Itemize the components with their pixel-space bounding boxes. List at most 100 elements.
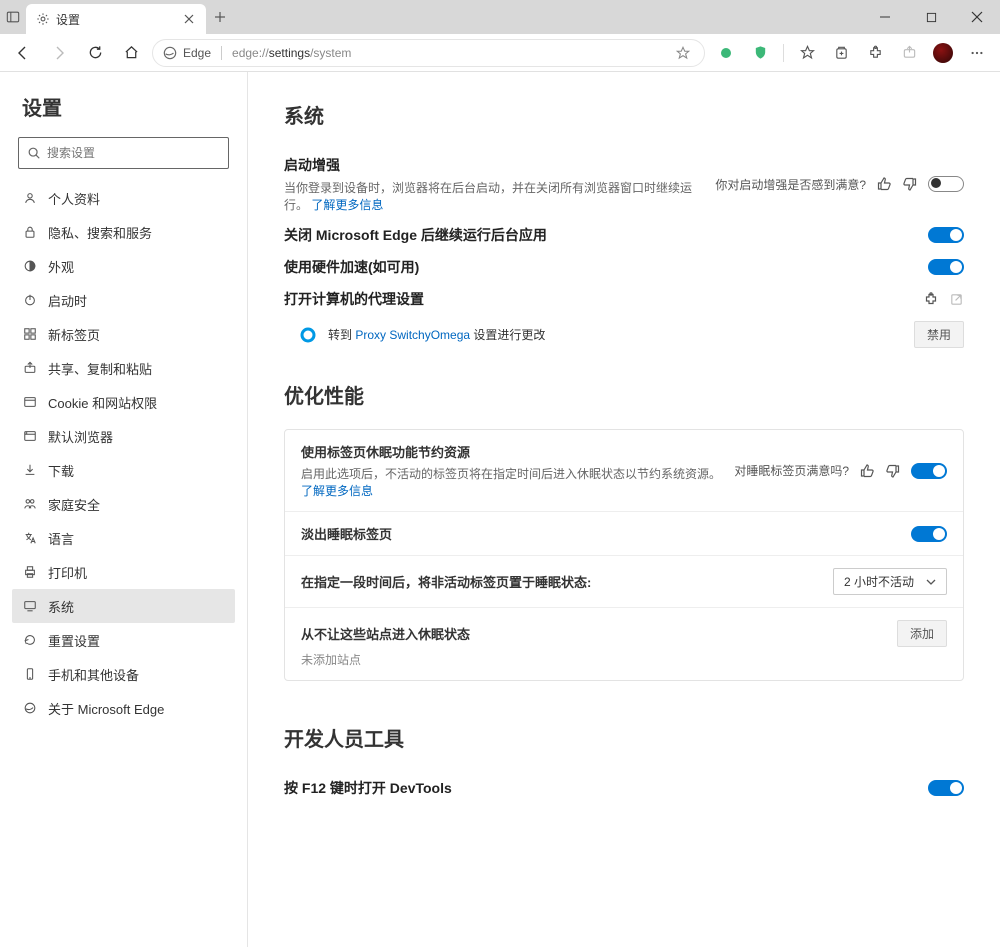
printer-icon [22, 564, 38, 580]
system-icon [22, 598, 38, 614]
extensions-icon[interactable] [860, 38, 890, 68]
thumbs-down-icon[interactable] [902, 176, 918, 192]
sidebar-item-devices[interactable]: 手机和其他设备 [12, 657, 235, 691]
row-proxy-extension: 转到 Proxy SwitchyOmega 设置进行更改 禁用 [284, 315, 964, 354]
back-button[interactable] [8, 38, 38, 68]
share-nav-icon [22, 360, 38, 376]
home-button[interactable] [116, 38, 146, 68]
family-icon [22, 496, 38, 512]
close-window-button[interactable] [954, 0, 1000, 34]
collections-icon[interactable] [826, 38, 856, 68]
inactivity-dropdown[interactable]: 2 小时不活动 [833, 568, 947, 595]
extension-dot-icon[interactable] [711, 38, 741, 68]
open-external-icon[interactable] [949, 292, 964, 307]
row-f12: 按 F12 键时打开 DevTools [284, 772, 964, 804]
sidebar-title: 设置 [22, 92, 235, 121]
search-input[interactable] [47, 146, 220, 160]
sidebar-item-cookies[interactable]: Cookie 和网站权限 [12, 385, 235, 419]
refresh-button[interactable] [80, 38, 110, 68]
learn-more-link-2[interactable]: 了解更多信息 [301, 484, 373, 498]
grid-icon [22, 326, 38, 342]
learn-more-link[interactable]: 了解更多信息 [311, 198, 383, 212]
section-title-perf: 优化性能 [284, 380, 964, 409]
minimize-button[interactable] [862, 0, 908, 34]
address-bar[interactable]: Edge edge://settings/system [152, 39, 705, 67]
thumbs-down-icon[interactable] [885, 463, 901, 479]
toggle-f12[interactable] [928, 780, 964, 796]
close-icon[interactable] [182, 12, 196, 26]
download-icon [22, 462, 38, 478]
phone-icon [22, 666, 38, 682]
toolbar: Edge edge://settings/system [0, 34, 1000, 72]
toggle-hardware-accel[interactable] [928, 259, 964, 275]
sidebar-item-newtab[interactable]: 新标签页 [12, 317, 235, 351]
reset-icon [22, 632, 38, 648]
row-sleep-tabs: 使用标签页休眠功能节约资源 启用此选项后，不活动的标签页将在指定时间后进入休眠状… [285, 430, 963, 511]
profile-avatar[interactable] [928, 38, 958, 68]
toggle-continue-background[interactable] [928, 227, 964, 243]
maximize-button[interactable] [908, 0, 954, 34]
row-fade-sleep: 淡出睡眠标签页 [285, 511, 963, 555]
row-continue-background: 关闭 Microsoft Edge 后继续运行后台应用 [284, 219, 964, 251]
favorite-icon[interactable] [672, 38, 694, 68]
gear-icon [36, 12, 50, 26]
more-icon[interactable] [962, 38, 992, 68]
lock-icon [22, 224, 38, 240]
proxy-extension-icon [300, 327, 316, 343]
share-icon[interactable] [894, 38, 924, 68]
browser-tab[interactable]: 设置 [26, 4, 206, 34]
window-controls [862, 0, 1000, 34]
cookies-icon [22, 394, 38, 410]
language-icon [22, 530, 38, 546]
browser-icon [22, 428, 38, 444]
url-text: edge://settings/system [232, 46, 351, 60]
row-hardware-accel: 使用硬件加速(如可用) [284, 251, 964, 283]
sidebar-item-downloads[interactable]: 下载 [12, 453, 235, 487]
settings-content: 系统 启动增强 当你登录到设备时，浏览器将在后台启动，并在关闭所有浏览器窗口时继… [248, 72, 1000, 947]
row-proxy: 打开计算机的代理设置 [284, 283, 964, 315]
sidebar-item-startup[interactable]: 启动时 [12, 283, 235, 317]
thumbs-up-icon[interactable] [876, 176, 892, 192]
disable-button[interactable]: 禁用 [914, 321, 964, 348]
sidebar-item-printers[interactable]: 打印机 [12, 555, 235, 589]
sidebar-item-family[interactable]: 家庭安全 [12, 487, 235, 521]
profile-icon [22, 190, 38, 206]
appearance-icon [22, 258, 38, 274]
row-startup-boost: 启动增强 当你登录到设备时，浏览器将在后台启动，并在关闭所有浏览器窗口时继续运行… [284, 149, 964, 219]
edge-icon [22, 700, 38, 716]
forward-button[interactable] [44, 38, 74, 68]
proxy-link[interactable]: Proxy SwitchyOmega [355, 328, 470, 342]
tab-title: 设置 [56, 11, 176, 28]
titlebar: 设置 [0, 0, 1000, 34]
edge-logo-icon [163, 46, 177, 60]
shield-icon[interactable] [745, 38, 775, 68]
toggle-startup-boost[interactable] [928, 176, 964, 192]
tab-actions-icon[interactable] [0, 0, 26, 34]
favorites-icon[interactable] [792, 38, 822, 68]
sidebar-item-system[interactable]: 系统 [12, 589, 235, 623]
power-icon [22, 292, 38, 308]
row-never-sleep: 从不让这些站点进入休眠状态 添加 [285, 607, 963, 651]
section-title-dev: 开发人员工具 [284, 723, 964, 752]
perf-card: 使用标签页休眠功能节约资源 启用此选项后，不活动的标签页将在指定时间后进入休眠状… [284, 429, 964, 681]
site-identity: Edge [183, 46, 211, 60]
toggle-sleep-tabs[interactable] [911, 463, 947, 479]
new-tab-button[interactable] [206, 0, 234, 34]
sidebar-item-profile[interactable]: 个人资料 [12, 181, 235, 215]
toggle-fade-sleep[interactable] [911, 526, 947, 542]
sidebar-item-privacy[interactable]: 隐私、搜索和服务 [12, 215, 235, 249]
sidebar-item-share[interactable]: 共享、复制和粘贴 [12, 351, 235, 385]
section-title-system: 系统 [284, 100, 964, 129]
add-site-button[interactable]: 添加 [897, 620, 947, 647]
sidebar-item-about[interactable]: 关于 Microsoft Edge [12, 691, 235, 725]
sidebar-item-reset[interactable]: 重置设置 [12, 623, 235, 657]
chevron-down-icon [926, 577, 936, 587]
sidebar-item-default[interactable]: 默认浏览器 [12, 419, 235, 453]
sidebar-item-language[interactable]: 语言 [12, 521, 235, 555]
settings-search[interactable] [18, 137, 229, 169]
extension-puzzle-icon[interactable] [923, 291, 939, 307]
thumbs-up-icon[interactable] [859, 463, 875, 479]
sidebar-item-appearance[interactable]: 外观 [12, 249, 235, 283]
search-icon [27, 146, 41, 160]
row-inactivity: 在指定一段时间后，将非活动标签页置于睡眠状态: 2 小时不活动 [285, 555, 963, 607]
